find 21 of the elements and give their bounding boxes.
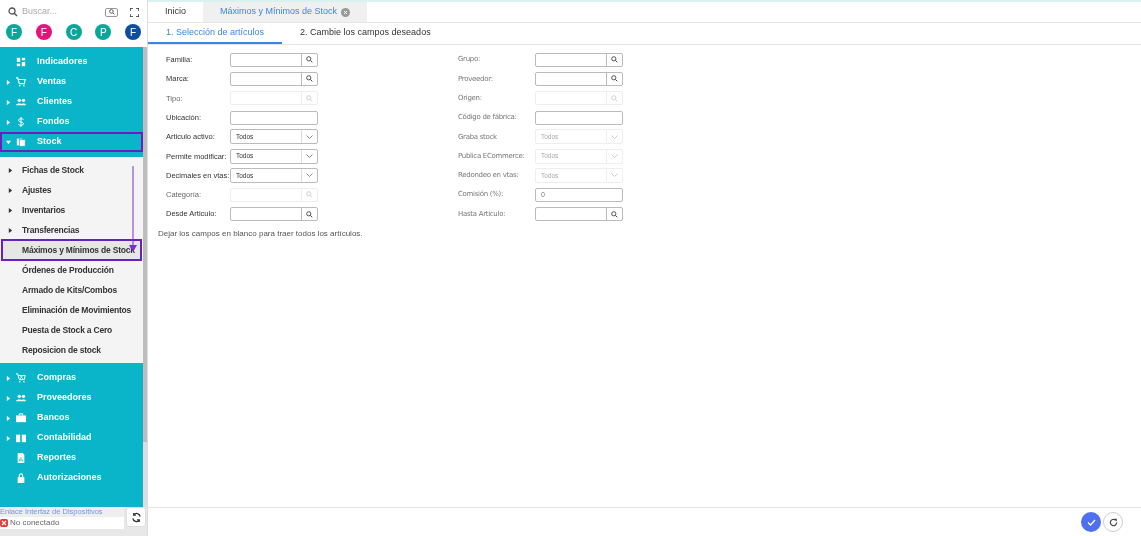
sidebar-subitem[interactable]: Transferencias <box>2 220 141 240</box>
sidebar-subitem[interactable]: Órdenes de Producción <box>2 260 141 280</box>
avatar[interactable]: P <box>95 24 112 40</box>
avatar[interactable]: F <box>35 24 52 40</box>
sidebar-subitem[interactable]: Fichas de Stock <box>2 160 141 180</box>
sidebar-subitem[interactable]: Armado de Kits/Combos <box>2 280 141 300</box>
avatar[interactable]: F <box>6 24 22 40</box>
sidebar-subitem[interactable]: Inventarios <box>2 200 141 220</box>
sidebar-subitem[interactable]: Ajustes <box>2 180 141 200</box>
form-hint: Dejar los campos en blanco para traer todos los artículos. <box>158 227 364 240</box>
sidebar-subitem[interactable]: Puesta de Stock a Cero <box>2 320 141 340</box>
step-tab[interactable]: 2. Cambie los campos deseados <box>282 23 449 44</box>
tab[interactable]: Máximos y Mínimos de Stock <box>203 2 368 22</box>
search-field[interactable]: Buscar... <box>22 5 92 19</box>
avatar[interactable]: F <box>125 24 141 40</box>
sidebar-subitem[interactable]: Reposicion de stock <box>2 340 141 360</box>
step-tab[interactable]: 1. Selección de artículos <box>148 23 283 44</box>
avatar[interactable]: C <box>65 24 82 40</box>
tab[interactable]: Inicio <box>148 2 203 22</box>
connection-status: No conectado <box>10 517 60 529</box>
sidebar-subitem[interactable]: Eliminación de Movimientos <box>2 300 141 320</box>
